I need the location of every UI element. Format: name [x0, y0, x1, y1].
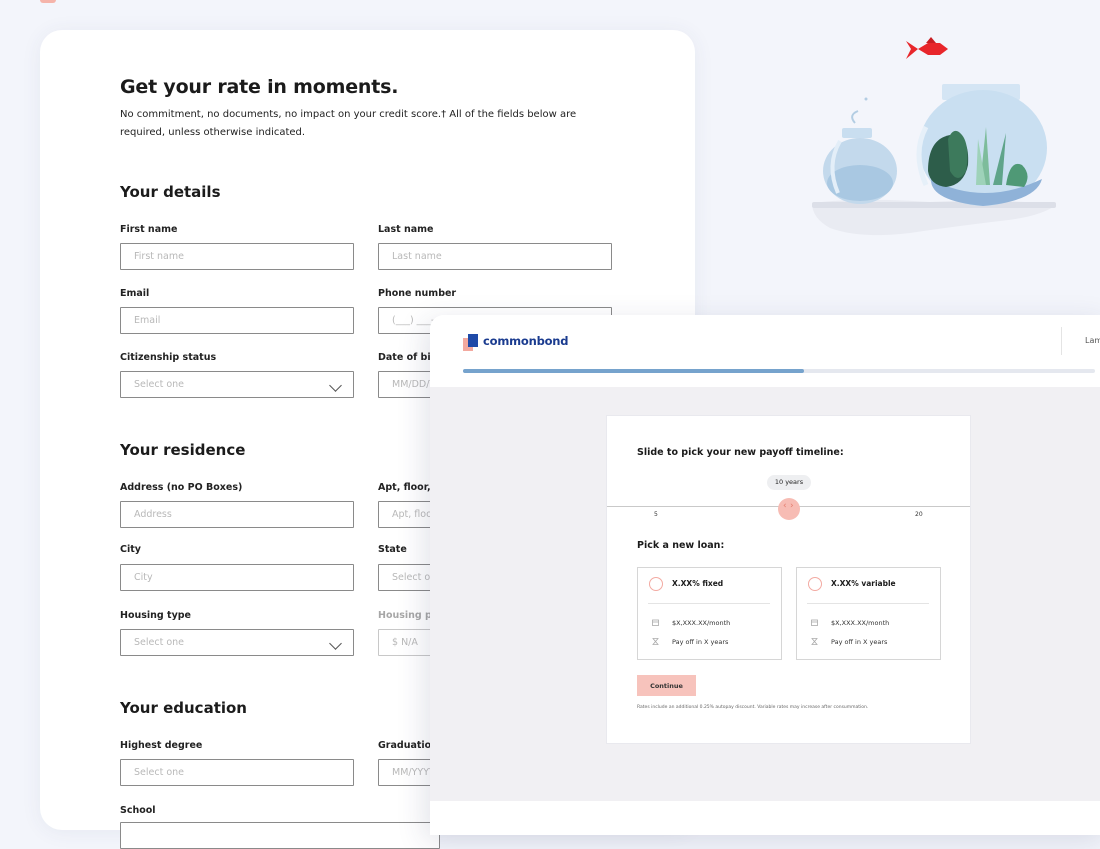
calendar-icon — [811, 619, 818, 626]
radio-button[interactable] — [808, 577, 822, 591]
section-heading-residence: Your residence — [120, 441, 246, 459]
chevron-right-icon: › — [790, 501, 794, 511]
email-label: Email — [120, 288, 150, 299]
fishbowl-illustration — [812, 37, 1056, 236]
loan-option-monthly: $X,XXX.XX/month — [672, 619, 731, 627]
last-name-input[interactable]: Last name — [378, 243, 612, 270]
school-label: School — [120, 805, 156, 816]
option-divider — [807, 603, 929, 604]
first-name-label: First name — [120, 224, 178, 235]
loan-picker-panel: Slide to pick your new payoff timeline: … — [606, 415, 971, 744]
section-heading-details: Your details — [120, 183, 221, 201]
header-divider — [1061, 327, 1062, 355]
chevron-down-icon — [329, 637, 342, 650]
hourglass-icon — [652, 638, 659, 645]
continue-button[interactable]: Continue — [637, 675, 696, 696]
loan-option-fixed[interactable]: X.XX% fixed $X,XXX.XX/month Pay off in X… — [637, 567, 782, 660]
slider-max-label: 20 — [915, 511, 923, 518]
address-label: Address (no PO Boxes) — [120, 482, 243, 493]
option-divider — [648, 603, 770, 604]
citizenship-select-value: Select one — [134, 379, 185, 390]
loan-option-payoff: Pay off in X years — [672, 638, 729, 646]
housing-type-select[interactable]: Select one — [120, 629, 354, 656]
calendar-icon — [652, 619, 659, 626]
slider-thumb[interactable]: ‹ › — [778, 498, 800, 520]
slider-title: Slide to pick your new payoff timeline: — [637, 447, 844, 458]
top-accent-mark — [40, 0, 56, 3]
loan-options-title: Pick a new loan: — [637, 540, 725, 551]
school-input[interactable] — [120, 822, 440, 849]
commonbond-logo-icon — [463, 334, 478, 351]
first-name-input[interactable]: First name — [120, 243, 354, 270]
degree-label: Highest degree — [120, 740, 203, 751]
loan-option-monthly: $X,XXX.XX/month — [831, 619, 890, 627]
progress-bar-fill — [463, 369, 805, 373]
last-name-label: Last name — [378, 224, 434, 235]
loan-option-payoff: Pay off in X years — [831, 638, 888, 646]
housing-type-label: Housing type — [120, 610, 191, 621]
small-bowl — [823, 97, 897, 204]
email-input[interactable]: Email — [120, 307, 354, 334]
slider-min-label: 5 — [654, 511, 658, 518]
loan-option-rate: X.XX% variable — [831, 579, 896, 588]
state-label: State — [378, 544, 407, 555]
citizenship-select[interactable]: Select one — [120, 371, 354, 398]
page-title: Get your rate in moments. — [120, 76, 399, 98]
loan-option-variable[interactable]: X.XX% variable $X,XXX.XX/month Pay off i… — [796, 567, 941, 660]
degree-select[interactable]: Select one — [120, 759, 354, 786]
rates-disclaimer: Rates include an additional 0.25% autopa… — [637, 705, 869, 710]
slider-value-badge: 10 years — [767, 475, 811, 490]
chevron-left-icon: ‹ — [783, 501, 787, 511]
page-subtitle: No commitment, no documents, no impact o… — [120, 109, 577, 138]
hourglass-icon — [811, 638, 818, 645]
progress-bar — [463, 369, 1095, 373]
city-input[interactable]: City — [120, 564, 354, 591]
user-name[interactable]: Lamar — [1085, 336, 1100, 345]
city-label: City — [120, 544, 141, 555]
housing-type-select-value: Select one — [134, 637, 185, 648]
section-heading-education: Your education — [120, 699, 247, 717]
commonbond-app-window: commonbond Lamar Slide to pick your new … — [430, 315, 1100, 835]
large-bowl — [916, 84, 1047, 206]
address-input[interactable]: Address — [120, 501, 354, 528]
app-header: commonbond Lamar — [430, 315, 1100, 367]
loan-option-rate: X.XX% fixed — [672, 579, 724, 588]
brand-name[interactable]: commonbond — [483, 334, 569, 348]
fish-icon — [906, 37, 948, 59]
citizenship-label: Citizenship status — [120, 352, 217, 363]
radio-button[interactable] — [649, 577, 663, 591]
chevron-down-icon — [329, 379, 342, 392]
phone-label: Phone number — [378, 288, 457, 299]
